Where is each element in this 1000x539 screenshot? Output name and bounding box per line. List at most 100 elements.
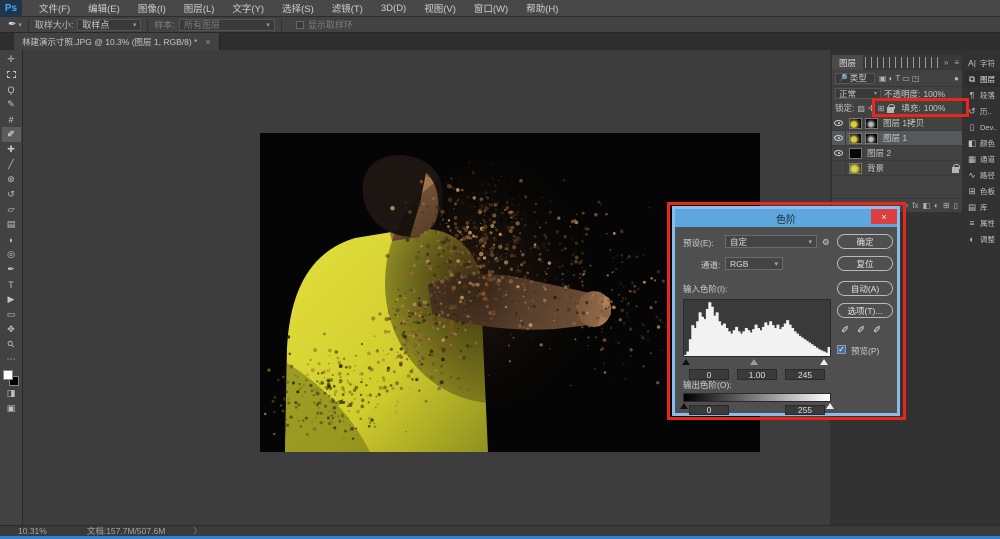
layers-footer-icon[interactable]: ∞ [903,201,909,210]
menu-item[interactable]: 帮助(H) [517,0,567,17]
foreground-color-swatch[interactable] [3,370,13,380]
reset-button[interactable]: 复位 [837,256,893,271]
layers-footer-icon[interactable]: ◐ [934,201,939,210]
layer-thumbnail[interactable] [849,148,862,159]
channel-dropdown[interactable]: RGB ▾ [725,257,783,270]
menu-item[interactable]: 文字(Y) [223,0,273,17]
layer-name[interactable]: 图层 1拷贝 [883,117,959,129]
tab-layers[interactable]: 图层 [832,55,863,70]
preset-options-gear-icon[interactable]: ⚙ [822,237,830,248]
quick-selection-tool[interactable]: ✎ [2,97,21,112]
layer-name[interactable]: 图层 1 [883,132,959,144]
type-tool[interactable]: T [2,277,21,292]
dock-panel-库[interactable]: ▤ 库 [964,199,1000,215]
screen-mode-button[interactable]: ▣ [2,401,21,416]
eyedropper-tool[interactable]: ✐ [2,127,21,142]
menu-item[interactable]: 3D(D) [372,0,415,17]
layers-footer-icon[interactable]: ▯ [954,201,958,210]
output-black-field[interactable]: 0 [689,405,729,415]
menu-item[interactable]: 滤镜(T) [323,0,372,17]
preview-checkbox[interactable]: ✓ [837,345,846,354]
layer-name[interactable]: 背景 [867,162,952,174]
chevron-down-icon[interactable]: ▾ [18,21,22,29]
output-white-slider[interactable] [826,403,834,409]
output-white-field[interactable]: 255 [785,405,825,415]
dock-panel-颜色[interactable]: ◧ 颜色 [964,135,1000,151]
lock-kind-icon[interactable]: ⊞ [878,104,885,113]
auto-button[interactable]: 自动(A) [837,281,893,296]
eraser-tool[interactable]: ▱ [2,202,21,217]
panel-menu-icon[interactable]: ≡ [951,55,962,70]
move-tool[interactable]: ✛ [2,52,21,67]
ok-button[interactable]: 确定 [837,234,893,249]
layer-mask-thumbnail[interactable] [865,118,878,129]
dock-panel-字符[interactable]: A| 字符 [964,55,1000,71]
document-tab[interactable]: 林建演示寸照.JPG @ 10.3% (图层 1, RGB/8) * × [14,33,220,50]
input-black-slider[interactable] [682,359,690,365]
visibility-toggle[interactable] [832,161,846,176]
filter-kind-icon[interactable]: ▣ [879,74,887,83]
options-button[interactable]: 选项(T)... [837,303,893,318]
lock-all-icon[interactable] [887,107,894,113]
menu-item[interactable]: 文件(F) [30,0,79,17]
visibility-toggle[interactable] [832,116,846,131]
layer-thumbnail[interactable] [849,163,862,174]
layer-row[interactable]: 背景 [832,161,962,176]
layer-thumbnail[interactable] [849,133,862,144]
blend-mode-dropdown[interactable]: 正常 ▾ [835,88,881,99]
marquee-tool[interactable] [2,67,21,82]
menu-item[interactable]: 编辑(E) [79,0,129,17]
fill-value[interactable]: 100% [924,103,946,113]
white-point-dropper-icon[interactable]: ✐ [873,325,881,336]
filter-toggle-icon[interactable]: ● [954,74,959,83]
edit-toolbar[interactable]: ⋯ [2,352,21,367]
input-gamma-slider[interactable] [750,359,758,365]
sample-dropdown[interactable]: 所有图层 ▾ [179,19,275,31]
gray-point-dropper-icon[interactable]: ✐ [857,325,865,336]
input-white-field[interactable]: 245 [785,369,825,380]
layers-footer-icon[interactable]: fx [912,201,918,210]
crop-tool[interactable]: # [2,112,21,127]
lasso-tool[interactable]: Ϙ [2,82,21,97]
dialog-title-bar[interactable]: 色阶 × [675,209,897,227]
layers-footer-icon[interactable]: ⊞ [943,201,950,210]
quick-mask-button[interactable]: ◨ [2,386,21,401]
path-selection-tool[interactable]: ▶ [2,292,21,307]
dock-panel-路径[interactable]: ∿ 路径 [964,167,1000,183]
menu-item[interactable]: 图层(L) [175,0,224,17]
layer-filter-type-dropdown[interactable]: 🔎 类型 [835,73,875,84]
layer-row[interactable]: 图层 1拷贝 [832,116,962,131]
gradient-tool[interactable]: ▤ [2,217,21,232]
input-gamma-field[interactable]: 1.00 [737,369,777,380]
layer-mask-thumbnail[interactable] [865,133,878,144]
layers-footer-icon[interactable]: ◧ [922,201,930,210]
filter-kind-icon[interactable]: ▭ [902,74,910,83]
zoom-tool[interactable]: ⚲ [2,337,21,352]
menu-item[interactable]: 窗口(W) [465,0,517,17]
opacity-value[interactable]: 100% [923,89,945,99]
foreground-background-swatches[interactable] [3,370,19,386]
blur-tool[interactable]: ◗ [2,232,21,247]
collapse-panels-icon[interactable]: » [941,55,951,70]
close-icon[interactable]: × [205,37,210,47]
shape-tool[interactable]: ▭ [2,307,21,322]
layer-row[interactable]: 图层 1 [832,131,962,146]
visibility-toggle[interactable] [832,146,846,161]
clone-stamp-tool[interactable]: ⊛ [2,172,21,187]
menu-item[interactable]: 图像(I) [129,0,175,17]
visibility-toggle[interactable] [832,131,846,146]
hand-tool[interactable]: ✥ [2,322,21,337]
history-brush-tool[interactable]: ↺ [2,187,21,202]
close-button[interactable]: × [871,209,897,224]
dock-panel-Dev..[interactable]: ▯ Dev.. [964,119,1000,135]
zoom-level-field[interactable]: 10.31% [18,526,47,536]
healing-brush-tool[interactable]: ✚ [2,142,21,157]
show-sampling-ring-checkbox[interactable] [296,21,304,29]
menu-item[interactable]: 视图(V) [415,0,465,17]
layer-name[interactable]: 图层 2 [867,147,959,159]
dodge-tool[interactable]: ◎ [2,247,21,262]
layer-row[interactable]: 图层 2 [832,146,962,161]
black-point-dropper-icon[interactable]: ✐ [841,325,849,336]
dock-panel-色板[interactable]: ⊞ 色板 [964,183,1000,199]
input-white-slider[interactable] [820,359,828,365]
